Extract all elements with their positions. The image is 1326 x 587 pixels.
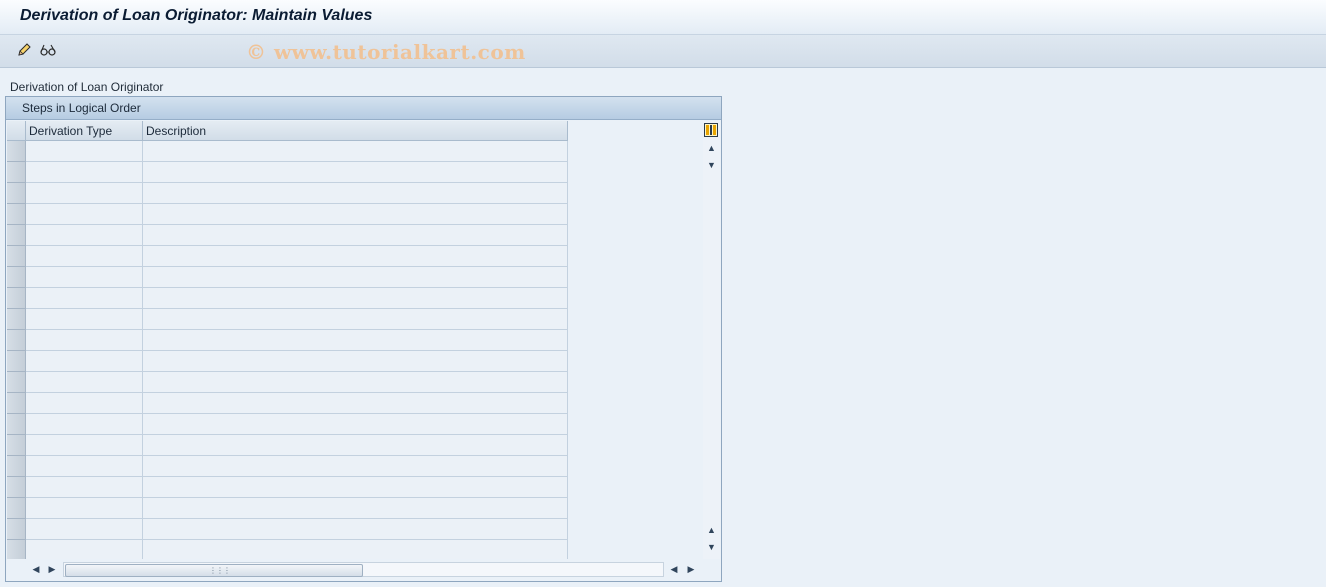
page-down-icon[interactable]: ▼	[704, 540, 719, 554]
derivation-type-cell[interactable]	[26, 519, 143, 540]
page-title: Derivation of Loan Originator: Maintain …	[20, 7, 373, 24]
derivation-type-cell[interactable]	[26, 288, 143, 309]
derivation-type-cell[interactable]	[26, 435, 143, 456]
edit-button[interactable]	[14, 40, 34, 60]
display-button[interactable]	[38, 40, 58, 60]
column-header-derivation-type[interactable]: Derivation Type	[26, 121, 143, 141]
derivation-type-cell[interactable]	[26, 540, 143, 561]
description-cell[interactable]	[143, 204, 568, 225]
scroll-down-icon[interactable]: ▼	[704, 158, 719, 172]
row-selector[interactable]	[7, 435, 26, 456]
derivation-type-cell[interactable]	[26, 141, 143, 162]
pencil-icon	[18, 43, 31, 56]
scroll-right-icon[interactable]: ▶	[45, 562, 59, 576]
vertical-scrollbar[interactable]: ▲ ▼ ▲ ▼	[703, 121, 720, 559]
derivation-type-cell[interactable]	[26, 498, 143, 519]
row-selector[interactable]	[7, 498, 26, 519]
description-cell[interactable]	[143, 267, 568, 288]
description-cell[interactable]	[143, 477, 568, 498]
description-cell[interactable]	[143, 246, 568, 267]
derivation-type-cell[interactable]	[26, 267, 143, 288]
description-cell[interactable]	[143, 162, 568, 183]
row-selector[interactable]	[7, 519, 26, 540]
description-cell[interactable]	[143, 435, 568, 456]
row-selector[interactable]	[7, 477, 26, 498]
row-selector[interactable]	[7, 309, 26, 330]
scroll-thumb[interactable]: ⋮⋮⋮	[65, 564, 363, 577]
row-selector[interactable]	[7, 141, 26, 162]
description-cell[interactable]	[143, 498, 568, 519]
row-selector[interactable]	[7, 204, 26, 225]
derivation-type-cell[interactable]	[26, 225, 143, 246]
description-cell[interactable]	[143, 225, 568, 246]
grip-icon: ⋮⋮⋮	[209, 566, 231, 575]
select-all-button[interactable]	[7, 121, 26, 141]
scroll-left-end-icon[interactable]: ◀	[667, 562, 681, 576]
scroll-left-icon[interactable]: ◀	[29, 562, 43, 576]
derivation-type-cell[interactable]	[26, 477, 143, 498]
derivation-type-cell[interactable]	[26, 183, 143, 204]
section-label: Derivation of Loan Originator	[10, 80, 164, 94]
table-control: Steps in Logical Order Derivation Type D…	[5, 96, 722, 582]
row-selector[interactable]	[7, 372, 26, 393]
derivation-type-cell[interactable]	[26, 393, 143, 414]
row-selector[interactable]	[7, 183, 26, 204]
description-cell[interactable]	[143, 414, 568, 435]
row-selector[interactable]	[7, 456, 26, 477]
row-selector[interactable]	[7, 246, 26, 267]
description-cell[interactable]	[143, 183, 568, 204]
column-header-label: Derivation Type	[29, 124, 113, 138]
row-selector[interactable]	[7, 225, 26, 246]
page-up-icon[interactable]: ▲	[704, 523, 719, 537]
row-selector[interactable]	[7, 393, 26, 414]
description-cell[interactable]	[143, 330, 568, 351]
column-configuration-icon[interactable]	[704, 123, 718, 137]
title-bar: Derivation of Loan Originator: Maintain …	[0, 0, 1326, 35]
derivation-type-cell[interactable]	[26, 330, 143, 351]
row-selector[interactable]	[7, 330, 26, 351]
row-selector[interactable]	[7, 414, 26, 435]
glasses-icon	[40, 44, 56, 56]
table-title-bar: Steps in Logical Order	[6, 97, 721, 120]
row-selector[interactable]	[7, 540, 26, 561]
description-cell[interactable]	[143, 540, 568, 561]
description-cell[interactable]	[143, 141, 568, 162]
table-title: Steps in Logical Order	[22, 101, 141, 115]
column-header-description[interactable]: Description	[143, 121, 568, 141]
derivation-type-cell[interactable]	[26, 246, 143, 267]
description-cell[interactable]	[143, 309, 568, 330]
description-cell[interactable]	[143, 372, 568, 393]
row-selector[interactable]	[7, 162, 26, 183]
scroll-track[interactable]: ⋮⋮⋮	[63, 562, 664, 577]
derivation-type-cell[interactable]	[26, 456, 143, 477]
description-cell[interactable]	[143, 351, 568, 372]
derivation-type-cell[interactable]	[26, 204, 143, 225]
application-toolbar: © www.tutorialkart.com	[0, 35, 1326, 68]
derivation-type-cell[interactable]	[26, 414, 143, 435]
row-selector[interactable]	[7, 351, 26, 372]
horizontal-scrollbar[interactable]: ◀ ▶ ⋮⋮⋮ ◀ ▶	[6, 559, 721, 580]
row-selector[interactable]	[7, 267, 26, 288]
derivation-type-cell[interactable]	[26, 372, 143, 393]
column-header-label: Description	[146, 124, 207, 138]
description-cell[interactable]	[143, 456, 568, 477]
row-selector[interactable]	[7, 288, 26, 309]
scroll-up-icon[interactable]: ▲	[704, 141, 719, 155]
description-cell[interactable]	[143, 519, 568, 540]
derivation-type-cell[interactable]	[26, 309, 143, 330]
description-cell[interactable]	[143, 393, 568, 414]
derivation-type-cell[interactable]	[26, 162, 143, 183]
watermark-text: © www.tutorialkart.com	[246, 40, 526, 64]
derivation-type-cell[interactable]	[26, 351, 143, 372]
scroll-right-end-icon[interactable]: ▶	[684, 562, 698, 576]
description-cell[interactable]	[143, 288, 568, 309]
